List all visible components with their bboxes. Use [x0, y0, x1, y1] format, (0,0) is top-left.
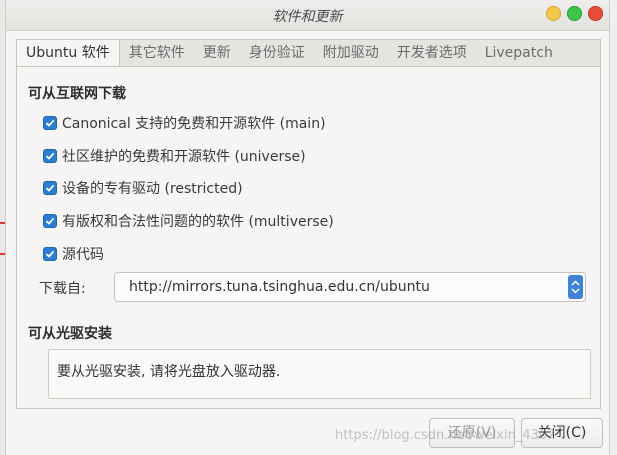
- chevron-up-down-icon: [568, 275, 583, 299]
- checkbox-checked-icon[interactable]: [43, 116, 57, 130]
- checkbox-checked-icon[interactable]: [43, 181, 57, 195]
- tab-updates[interactable]: 更新: [194, 40, 240, 67]
- cdrom-section-heading: 可从光驱安装: [28, 326, 112, 342]
- option-label: Canonical 支持的免费和开源软件 (main): [62, 116, 326, 132]
- option-universe[interactable]: 社区维护的免费和开源软件 (universe): [43, 146, 306, 166]
- cdrom-message: 要从光驱安装, 请将光盘放入驱动器.: [57, 364, 281, 380]
- internet-section-heading: 可从互联网下载: [28, 86, 126, 102]
- tab-authentication[interactable]: 身份验证: [240, 40, 314, 67]
- option-source-code[interactable]: 源代码: [43, 244, 104, 264]
- close-button[interactable]: 关闭(C): [521, 418, 603, 448]
- option-label: 源代码: [62, 247, 104, 263]
- software-updates-dialog: 软件和更新 Ubuntu 软件 其它软件 更新 身份验证 附加驱动 开发者选项 …: [5, 0, 610, 455]
- checkbox-checked-icon[interactable]: [43, 214, 57, 228]
- download-server-select[interactable]: http://mirrors.tuna.tsinghua.edu.cn/ubun…: [114, 272, 586, 302]
- cdrom-info-box: 要从光驱安装, 请将光盘放入驱动器.: [48, 349, 591, 399]
- download-from-label: 下载自:: [39, 281, 86, 297]
- option-multiverse[interactable]: 有版权和合法性问题的的软件 (multiverse): [43, 211, 334, 231]
- option-restricted[interactable]: 设备的专有驱动 (restricted): [43, 178, 243, 198]
- tab-developer-options[interactable]: 开发者选项: [388, 40, 476, 67]
- checkbox-checked-icon[interactable]: [43, 149, 57, 163]
- option-label: 设备的专有驱动 (restricted): [62, 181, 243, 197]
- maximize-button[interactable]: [567, 6, 582, 21]
- download-server-value: http://mirrors.tuna.tsinghua.edu.cn/ubun…: [129, 279, 430, 295]
- option-label: 社区维护的免费和开源软件 (universe): [62, 149, 306, 165]
- tab-other-software[interactable]: 其它软件: [120, 40, 194, 67]
- option-main[interactable]: Canonical 支持的免费和开源软件 (main): [43, 113, 326, 133]
- tab-additional-drivers[interactable]: 附加驱动: [314, 40, 388, 67]
- tab-livepatch[interactable]: Livepatch: [476, 40, 562, 67]
- close-window-button[interactable]: [588, 6, 603, 21]
- revert-button[interactable]: 还原(V): [429, 418, 515, 448]
- option-label: 有版权和合法性问题的的软件 (multiverse): [62, 214, 334, 230]
- minimize-button[interactable]: [546, 6, 561, 21]
- window-title: 软件和更新: [272, 9, 343, 25]
- title-bar: 软件和更新: [6, 0, 609, 31]
- tab-bar: Ubuntu 软件 其它软件 更新 身份验证 附加驱动 开发者选项 Livepa…: [16, 39, 601, 68]
- checkbox-checked-icon[interactable]: [43, 247, 57, 261]
- tab-ubuntu-software[interactable]: Ubuntu 软件: [17, 40, 120, 68]
